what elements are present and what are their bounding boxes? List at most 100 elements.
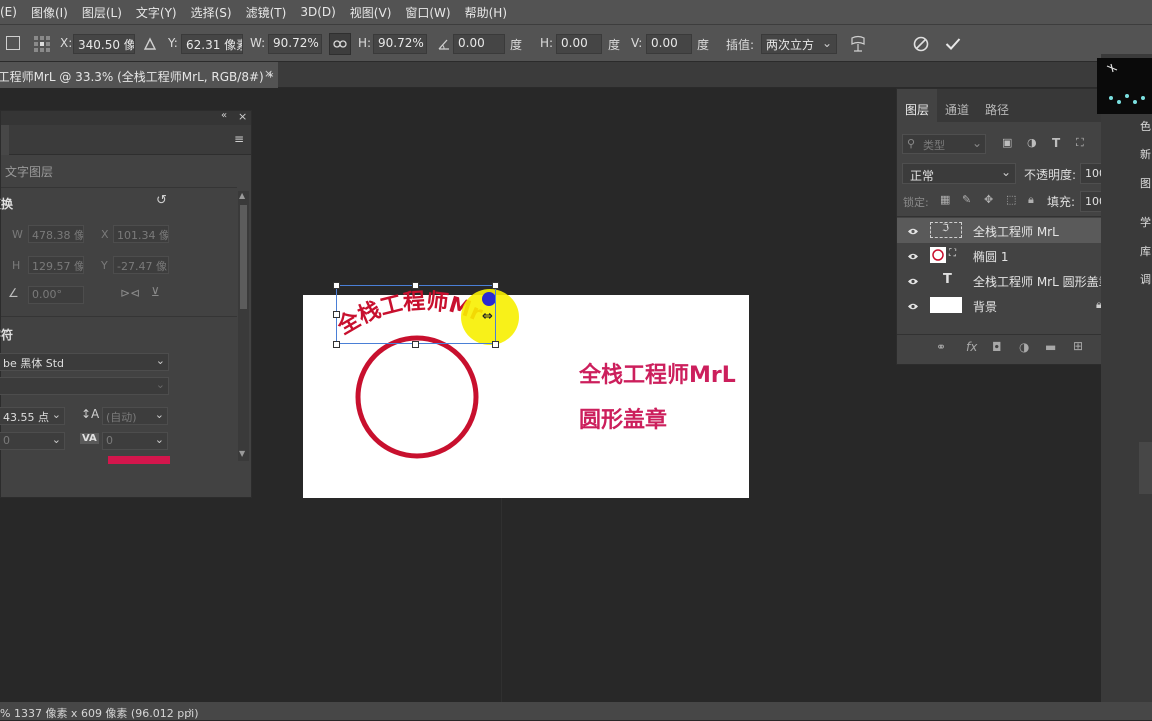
- angle-field[interactable]: 0.00°: [28, 286, 84, 304]
- transform-bounding-box[interactable]: [336, 285, 496, 344]
- delta-icon[interactable]: [142, 35, 158, 53]
- transform-handle-bottom-right[interactable]: [492, 341, 499, 348]
- document-tab[interactable]: E工程师MrL @ 33.3% (全栈工程师MrL, RGB/8#) * ×: [0, 62, 278, 88]
- lock-position-icon[interactable]: ✥: [984, 193, 993, 206]
- side-panel-scroll[interactable]: [1139, 442, 1152, 494]
- menu-select[interactable]: 选择(S): [184, 4, 239, 21]
- chevron-down-icon: ⌄: [971, 136, 982, 150]
- y-field[interactable]: -27.47 像: [113, 256, 169, 274]
- y-position-field[interactable]: 62.31 像素: [181, 34, 243, 54]
- scroll-down-icon[interactable]: ▼: [239, 449, 245, 458]
- height-percent-field[interactable]: 90.72%: [373, 34, 427, 54]
- tracking-field[interactable]: 0 ⌄: [102, 432, 168, 450]
- side-panel-label[interactable]: 图: [1140, 175, 1151, 191]
- blend-mode-select[interactable]: 正常 ⌄: [902, 163, 1016, 184]
- lock-image-icon[interactable]: ✎: [962, 193, 971, 206]
- degree-label-rotate: 度: [510, 38, 523, 52]
- side-panel-label[interactable]: 色: [1140, 118, 1151, 134]
- visibility-eye-icon[interactable]: [907, 300, 919, 314]
- text-color-swatch[interactable]: [108, 456, 170, 464]
- width-percent-field[interactable]: 90.72%: [268, 34, 322, 54]
- chevron-down-icon: ⌄: [154, 433, 164, 446]
- width-field[interactable]: 478.38 像: [28, 225, 84, 243]
- tab-channels[interactable]: 通道: [937, 89, 977, 119]
- scrollbar-thumb[interactable]: [240, 205, 247, 309]
- add-mask-icon[interactable]: ◘: [992, 340, 1002, 354]
- side-panel-label[interactable]: 新: [1140, 146, 1151, 162]
- x-position-field[interactable]: 340.50 像素: [73, 34, 135, 54]
- menu-3d[interactable]: 3D(D): [293, 5, 342, 19]
- transform-handle-left[interactable]: [333, 311, 340, 318]
- height-field[interactable]: 129.57 像: [28, 256, 84, 274]
- reset-icon[interactable]: ↺: [156, 193, 167, 208]
- canvas-guide: [501, 495, 502, 702]
- side-panel-label[interactable]: 学: [1140, 214, 1151, 230]
- transform-handle-bottom[interactable]: [412, 341, 419, 348]
- h-label: H: [12, 259, 21, 272]
- rotate-angle-field[interactable]: 0.00: [453, 34, 505, 54]
- filter-type-icon[interactable]: T: [1052, 136, 1060, 150]
- lock-transparent-icon[interactable]: ▦: [940, 193, 950, 206]
- menu-view[interactable]: 视图(V): [343, 4, 399, 21]
- panel-menu-icon[interactable]: ≡: [234, 132, 244, 146]
- tab-layers[interactable]: 图层: [897, 89, 938, 122]
- leading-field[interactable]: (自动) ⌄: [102, 407, 168, 425]
- x-label: X:: [60, 36, 73, 50]
- transform-handle-top-left[interactable]: [333, 282, 340, 289]
- angle-icon: ∠: [8, 286, 19, 300]
- visibility-eye-icon[interactable]: [907, 275, 919, 289]
- menu-image[interactable]: 图像(I): [24, 4, 75, 21]
- layer-filter-select[interactable]: ⚲ 类型 ⌄: [902, 134, 986, 154]
- font-family-value: be 黑体 Std: [3, 357, 65, 370]
- panel-tab[interactable]: [1, 125, 9, 155]
- lock-artboard-icon[interactable]: ⬚: [1006, 193, 1016, 206]
- transform-handle-top-right[interactable]: [492, 282, 499, 289]
- interpolation-select[interactable]: 两次立方 ⌄: [761, 34, 837, 54]
- kerning-field[interactable]: 0 ⌄: [0, 432, 65, 450]
- scroll-up-icon[interactable]: ▲: [239, 191, 245, 200]
- warp-mode-icon[interactable]: [848, 34, 868, 54]
- menu-edit[interactable]: (E): [0, 5, 24, 19]
- h-skew-field[interactable]: 0.00: [556, 34, 602, 54]
- chevron-right-icon[interactable]: ›: [188, 704, 192, 717]
- filter-adjustment-icon[interactable]: ◑: [1027, 136, 1037, 149]
- font-style-select[interactable]: ⌄: [0, 377, 169, 395]
- close-icon[interactable]: ×: [264, 67, 273, 80]
- scrollbar-track[interactable]: ▲ ▼: [238, 191, 249, 461]
- flip-vertical-icon[interactable]: ⊻: [151, 285, 160, 299]
- filter-pixel-icon[interactable]: ▣: [1002, 136, 1012, 149]
- fx-icon[interactable]: fx: [966, 340, 977, 354]
- menu-help[interactable]: 帮助(H): [458, 4, 514, 21]
- chevron-down-icon: ⌄: [155, 378, 165, 391]
- transform-handle-bottom-left[interactable]: [333, 341, 340, 348]
- new-group-icon[interactable]: ▬: [1045, 340, 1056, 354]
- cancel-transform-icon[interactable]: [911, 34, 931, 54]
- new-layer-icon[interactable]: ⊞: [1073, 339, 1083, 353]
- menu-type[interactable]: 文字(Y): [129, 4, 184, 21]
- adjustment-layer-icon[interactable]: ◑: [1019, 340, 1029, 354]
- link-icon[interactable]: [329, 33, 351, 55]
- font-family-select[interactable]: be 黑体 Std ⌄: [0, 353, 169, 371]
- commit-transform-icon[interactable]: [943, 34, 963, 54]
- lock-all-icon[interactable]: 🔒︎: [1028, 193, 1034, 207]
- flip-horizontal-icon[interactable]: ⊳⊲: [120, 286, 140, 300]
- menu-layer[interactable]: 图层(L): [75, 4, 129, 21]
- menu-window[interactable]: 窗口(W): [398, 4, 457, 21]
- visibility-eye-icon[interactable]: [907, 250, 919, 264]
- font-size-field[interactable]: 43.55 点 ⌄: [0, 407, 65, 425]
- x-field[interactable]: 101.34 像: [113, 225, 169, 243]
- filter-shape-icon[interactable]: ⛶: [1076, 136, 1084, 150]
- visibility-eye-icon[interactable]: [907, 225, 919, 239]
- reference-point-checkbox[interactable]: [6, 36, 20, 50]
- side-panel-label[interactable]: 库: [1140, 243, 1151, 259]
- fill-label: 填充:: [1047, 195, 1076, 209]
- link-layers-icon[interactable]: ⚭: [936, 340, 946, 354]
- side-panel-label[interactable]: 调: [1140, 271, 1151, 287]
- v-skew-field[interactable]: 0.00: [646, 34, 692, 54]
- collapse-icon[interactable]: «: [221, 110, 227, 121]
- tab-paths[interactable]: 路径: [977, 89, 1017, 119]
- close-panel-icon[interactable]: ×: [238, 110, 247, 123]
- transform-handle-top[interactable]: [412, 282, 419, 289]
- menu-filter[interactable]: 滤镜(T): [239, 4, 294, 21]
- reference-point-grid-icon[interactable]: [32, 34, 52, 54]
